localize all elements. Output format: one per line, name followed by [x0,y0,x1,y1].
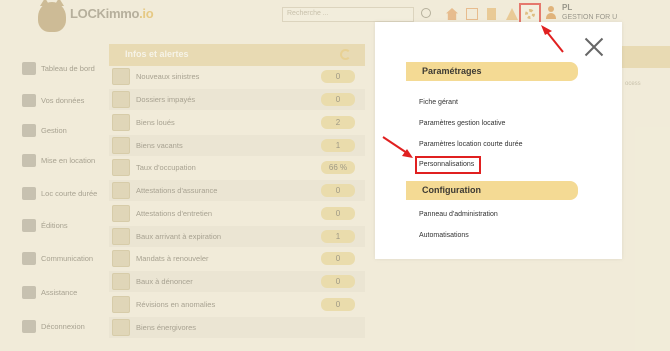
arrow-to-personnalisations [382,136,413,158]
annotation-arrows [382,25,564,158]
arrow-to-settings [541,25,564,53]
